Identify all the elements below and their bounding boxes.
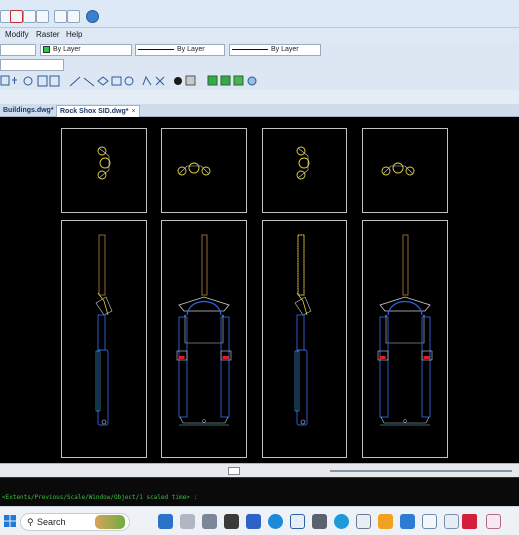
regen-icon xyxy=(23,76,33,86)
app-icon-5[interactable] xyxy=(246,514,261,529)
help-icon[interactable] xyxy=(86,10,99,23)
linetype-preview-icon xyxy=(138,48,174,50)
app-icon-1[interactable] xyxy=(158,514,173,529)
insert-block-icon xyxy=(185,75,196,86)
app-icon-6[interactable] xyxy=(268,514,283,529)
draw-toolbar xyxy=(0,72,519,92)
layer-state-icon xyxy=(247,76,257,86)
fork-side-view-detailed xyxy=(294,234,312,426)
pan-icon xyxy=(12,77,17,84)
viewport-frame-bottom-4 xyxy=(362,220,448,458)
notepad-icon[interactable] xyxy=(422,514,437,529)
tab-buildings[interactable]: Buildings.dwg* xyxy=(0,105,57,117)
menu-help[interactable]: Help xyxy=(66,30,82,39)
fork-rear-view xyxy=(377,234,433,426)
app-icon-14[interactable] xyxy=(444,514,459,529)
lineweight-preview-icon xyxy=(232,48,268,50)
grid-icon xyxy=(0,75,10,86)
arc-icon xyxy=(142,75,152,86)
color-swatch-icon xyxy=(43,45,50,53)
crown-top-view-front-2 xyxy=(381,162,415,176)
zoom-realtime-icon[interactable] xyxy=(23,10,36,23)
zoom-extents-icon[interactable] xyxy=(36,10,49,23)
viewport-frame-top-3 xyxy=(262,128,347,213)
style-dropdown[interactable] xyxy=(0,59,64,71)
zoom-window-icon[interactable] xyxy=(10,10,23,23)
app-icon-3[interactable] xyxy=(202,514,217,529)
measure-distance-icon[interactable] xyxy=(54,10,67,23)
calculator-icon[interactable] xyxy=(290,514,305,529)
draw-toolbar-icons xyxy=(0,75,257,87)
crown-top-view-front xyxy=(177,162,211,176)
edge-browser-icon[interactable] xyxy=(334,514,349,529)
crown-top-view-side-2 xyxy=(296,146,310,180)
windows-taskbar: ⚲ Search xyxy=(0,506,519,535)
toolbar-blank-area xyxy=(0,90,519,104)
fork-side-view xyxy=(95,234,113,426)
line-icon xyxy=(69,76,81,87)
app-icon-8[interactable] xyxy=(312,514,327,529)
viewport-frame-top-2 xyxy=(161,128,247,213)
layout-tab-icon[interactable] xyxy=(228,467,240,475)
app-icon-16[interactable] xyxy=(486,514,501,529)
rectangle-icon xyxy=(111,76,122,86)
lineweight-dropdown[interactable]: By Layer xyxy=(229,44,321,56)
bomb-icon xyxy=(174,77,182,85)
viewport-frame-bottom-3 xyxy=(262,220,347,458)
menu-modify[interactable]: Modify xyxy=(5,30,29,39)
search-highlight-image xyxy=(95,515,125,529)
app-icon-4[interactable] xyxy=(224,514,239,529)
viewport-frame-top-4 xyxy=(362,128,448,213)
viewport-frame-bottom-2 xyxy=(161,220,247,458)
app-icon-10[interactable] xyxy=(356,514,371,529)
draftsight-icon[interactable] xyxy=(462,514,477,529)
taskbar-search[interactable]: ⚲ Search xyxy=(20,513,130,531)
top-toolbar xyxy=(0,0,519,28)
file-explorer-icon[interactable] xyxy=(378,514,393,529)
pencil-icon[interactable] xyxy=(67,10,80,23)
linetype-dropdown-label: By Layer xyxy=(177,46,205,53)
menu-raster[interactable]: Raster xyxy=(36,30,60,39)
layer-on-icon xyxy=(207,75,218,86)
trim-icon xyxy=(155,76,165,86)
drawing-canvas[interactable] xyxy=(0,117,519,465)
properties-icon xyxy=(37,75,48,87)
app-icon-2[interactable] xyxy=(180,514,195,529)
viewport-frame-bottom-1 xyxy=(61,220,147,458)
color-dropdown-label: By Layer xyxy=(53,46,81,53)
lineweight-dropdown-label: By Layer xyxy=(271,46,299,53)
tab-rock-shox-sid[interactable]: Rock Shox SID.dwg* × xyxy=(56,105,140,117)
search-icon: ⚲ xyxy=(27,517,34,527)
drawing-svg xyxy=(61,128,448,458)
toolbar-strip xyxy=(0,58,519,72)
layer-dropdown-left[interactable] xyxy=(0,44,36,56)
xline-icon xyxy=(83,77,95,87)
layers-icon xyxy=(49,75,60,87)
search-label: Search xyxy=(37,517,66,527)
horizontal-scrollbar[interactable] xyxy=(0,463,519,477)
document-tabs: Buildings.dwg* Rock Shox SID.dwg* × xyxy=(0,104,519,117)
tab-rock-shox-sid-label: Rock Shox SID.dwg* xyxy=(60,108,129,115)
properties-bar: By Layer By Layer By Layer xyxy=(0,42,519,58)
word-icon[interactable] xyxy=(400,514,415,529)
layer-freeze-icon xyxy=(220,75,231,86)
polyline-icon xyxy=(97,76,109,86)
layer-lock-icon xyxy=(233,75,244,86)
fork-front-view xyxy=(176,234,232,426)
circle-icon xyxy=(124,76,134,86)
command-line-prompt[interactable]: <Extents/Previous/Scale/Window/Object/1 … xyxy=(2,494,517,501)
scrollbar-track[interactable] xyxy=(330,470,512,472)
linetype-dropdown[interactable]: By Layer xyxy=(135,44,225,56)
windows-start-icon[interactable] xyxy=(4,515,16,527)
color-dropdown[interactable]: By Layer xyxy=(40,44,132,56)
viewport-frame-top-1 xyxy=(61,128,147,213)
crown-top-view-side xyxy=(97,146,111,180)
menu-bar: Modify Raster Help xyxy=(0,28,519,42)
command-area: <Extents/Previous/Scale/Window/Object/1 … xyxy=(0,477,519,506)
